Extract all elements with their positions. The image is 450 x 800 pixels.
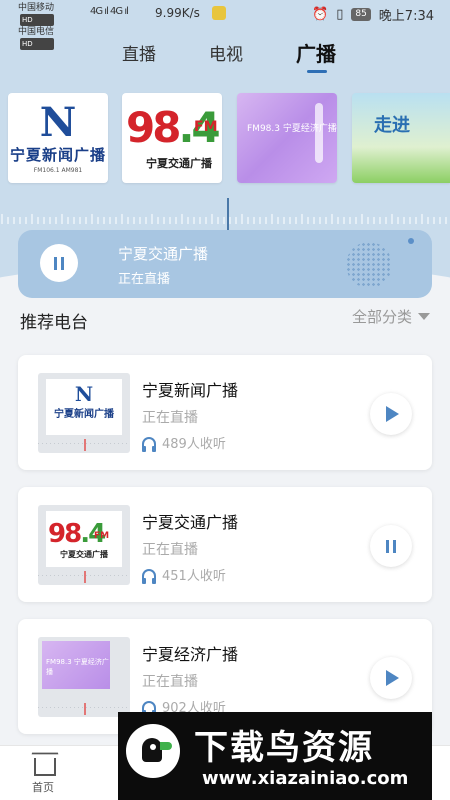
thumb-news-mark: N: [74, 382, 94, 406]
pause-icon: [54, 256, 64, 270]
hd-badge: HD: [20, 14, 55, 26]
logo-economy-text: FM98.3 宁夏经济广播: [247, 124, 337, 134]
nav-home-label: 首页: [32, 781, 54, 794]
carousel-item-news[interactable]: N 宁夏新闻广播 FM106.1 AM981: [8, 93, 108, 183]
station-card[interactable]: 98.4 FM 宁夏交通广播 宁夏交通广播 正在直播 451人收听: [18, 487, 432, 602]
headphones-icon: [142, 568, 156, 584]
thumb-traffic-text: 宁夏交通广播: [60, 550, 108, 559]
watermark-title: 下载鸟资源: [194, 728, 374, 768]
top-tabs: 直播 电视 广播: [0, 40, 450, 74]
caret-down-icon: [418, 313, 430, 320]
headphones-icon: [142, 700, 156, 716]
play-icon: [386, 670, 399, 686]
tuner-ruler: [1, 214, 447, 224]
watermark: 下载鸟资源 www.xiazainiao.com: [118, 712, 432, 800]
alarm-icon: ⏰: [312, 7, 329, 22]
speaker-grill-icon: [346, 242, 392, 288]
listener-count: 489人收听: [162, 437, 226, 452]
section-title: 推荐电台: [20, 313, 88, 333]
tab-live[interactable]: 直播: [122, 40, 156, 65]
station-status: 正在直播: [142, 674, 198, 690]
station-name: 宁夏交通广播: [142, 513, 239, 532]
carousel-item-traffic[interactable]: 98.4 FM 宁夏交通广播: [122, 93, 222, 183]
logo-news-text: 宁夏新闻广播: [9, 146, 106, 164]
tab-radio[interactable]: 广播: [296, 38, 336, 67]
logo-scenic-text: 走进: [374, 115, 410, 136]
station-name: 宁夏新闻广播: [142, 381, 239, 400]
now-playing-pause-button[interactable]: [40, 244, 78, 282]
play-button[interactable]: [370, 657, 412, 699]
carrier-2: 中国电信: [18, 27, 55, 37]
station-status: 正在直播: [142, 542, 198, 558]
thumb-news-text: 宁夏新闻广播: [54, 409, 114, 420]
tuner-needle: [227, 198, 229, 230]
play-icon: [386, 406, 399, 422]
status-right: ⏰ ▯ 85 晚上7:34: [312, 5, 434, 24]
station-name: 宁夏经济广播: [142, 645, 239, 664]
station-listeners: 489人收听: [142, 433, 226, 452]
carousel-item-scenic[interactable]: 走进: [352, 93, 450, 183]
indicator-dot: [408, 238, 414, 244]
station-listeners: 451人收听: [142, 565, 226, 584]
tab-active-indicator: [307, 70, 327, 73]
clock: 晚上7:34: [378, 9, 434, 24]
station-status: 正在直播: [142, 410, 198, 426]
bird-logo-icon: [126, 724, 180, 778]
carousel-item-economy[interactable]: FM98.3 宁夏经济广播: [237, 93, 337, 183]
station-card[interactable]: N 宁夏新闻广播 宁夏新闻广播 正在直播 489人收听: [18, 355, 432, 470]
logo-traffic-num-a: 98: [126, 103, 181, 152]
home-icon: [34, 758, 56, 776]
logo-news-mark: N: [39, 99, 77, 146]
category-filter-label: 全部分类: [351, 308, 412, 326]
now-playing-card[interactable]: 宁夏交通广播 正在直播: [18, 230, 432, 298]
logo-traffic-fm: FM: [194, 119, 218, 135]
logo-news-sub: FM106.1 AM981: [33, 167, 83, 174]
status-bar: 中国移动 HD 中国电信 HD 4G ıl 4G ıl 9.99K/s ⏰ ▯ 85…: [0, 0, 450, 50]
carrier-1: 中国移动: [18, 3, 55, 13]
microphone-graphic: [315, 103, 323, 163]
station-thumbnail: FM98.3 宁夏经济广播: [38, 637, 130, 717]
signal-icon: 4G ıl 4G ıl: [90, 6, 129, 17]
category-filter[interactable]: 全部分类: [352, 306, 430, 327]
headphones-icon: [142, 436, 156, 452]
battery-icon: 85: [351, 8, 371, 21]
play-button[interactable]: [370, 393, 412, 435]
thumb-economy: FM98.3 宁夏经济广播: [42, 641, 110, 689]
now-playing-status: 正在直播: [118, 272, 171, 287]
vibrate-icon: ▯: [336, 7, 344, 22]
listener-count: 451人收听: [162, 569, 226, 584]
pause-button[interactable]: [370, 525, 412, 567]
station-thumbnail: N 宁夏新闻广播: [38, 373, 130, 453]
logo-traffic-text: 宁夏交通广播: [146, 157, 212, 170]
app-notification-icon: [212, 6, 226, 20]
network-speed: 9.99K/s: [155, 6, 200, 20]
station-thumbnail: 98.4 FM 宁夏交通广播: [38, 505, 130, 585]
tab-tv[interactable]: 电视: [209, 40, 243, 65]
watermark-url: www.xiazainiao.com: [202, 768, 409, 789]
now-playing-title: 宁夏交通广播: [118, 245, 209, 263]
pause-icon: [386, 539, 396, 553]
thumb-traffic-fm: FM: [94, 531, 110, 541]
